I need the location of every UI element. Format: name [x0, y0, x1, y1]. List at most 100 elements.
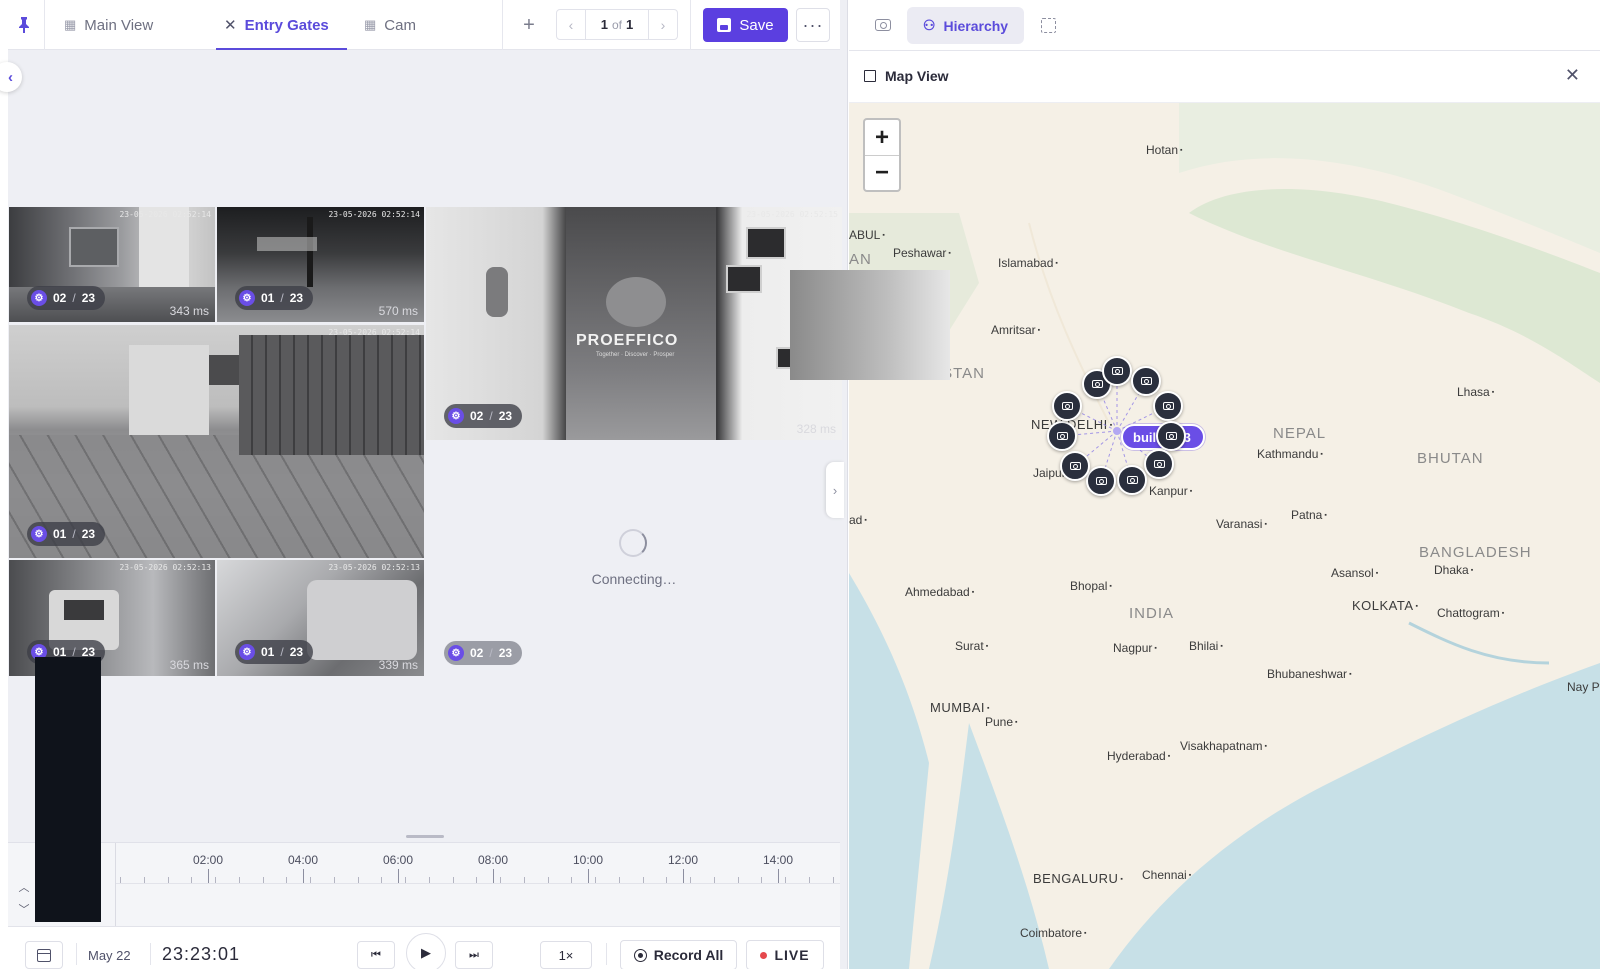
camera-map-marker[interactable] — [1144, 449, 1174, 479]
camera-tile[interactable]: 23-05-2026 02:52:13 ⚙ 01 / 23 339 ms — [217, 560, 424, 676]
collapse-sidebar-button[interactable]: ‹ — [0, 62, 22, 92]
record-all-button[interactable]: Record All — [620, 940, 737, 969]
latency-label: 339 ms — [378, 658, 418, 672]
camera-tile[interactable]: 23-05-2026 02:52:14 ⚙ 02 / 23 343 ms — [9, 207, 215, 322]
skip-forward-button[interactable]: ⏭ — [455, 941, 493, 969]
camera-badge[interactable]: ⚙ 02 / 23 — [444, 404, 523, 428]
playback-speed-button[interactable]: 1× — [540, 941, 592, 969]
camera-view-button[interactable] — [871, 14, 895, 36]
tab-cam[interactable]: ▦ Cam — [364, 0, 416, 50]
hierarchy-button[interactable]: ⚇ Hierarchy — [907, 7, 1024, 44]
more-options-button[interactable]: ··· — [796, 8, 830, 42]
camera-badge[interactable]: ⚙ 01 / 23 — [235, 640, 314, 664]
floor-plan-button[interactable] — [1036, 14, 1060, 36]
camera-map-marker[interactable] — [1060, 451, 1090, 481]
timeline-tick-label: 06:00 — [382, 853, 414, 867]
camera-map-marker[interactable] — [1153, 391, 1183, 421]
camera-badge[interactable]: ⚙ 01 / 23 — [27, 522, 106, 546]
divider — [150, 943, 151, 965]
live-indicator-icon — [760, 951, 768, 959]
next-page-icon[interactable]: › — [649, 17, 677, 33]
camera-map-marker[interactable] — [1131, 366, 1161, 396]
door-signage-subtext: Together · Discover · Prosper — [596, 352, 675, 358]
camera-icon — [1091, 380, 1103, 388]
map-canvas[interactable]: + − Hotan ABUL AN Peshawar Islamabad Amr… — [849, 103, 1600, 969]
skip-back-button[interactable]: ⏮ — [357, 941, 395, 969]
timeline-tick-label: 14:00 — [762, 853, 794, 867]
camera-count: 01 — [53, 527, 67, 541]
camera-timestamp: 23-05-2026 02:52:14 — [328, 210, 420, 219]
close-icon[interactable]: ✕ — [224, 16, 237, 34]
camera-tile-connecting[interactable]: Connecting… ⚙ 02 / 23 — [426, 443, 842, 677]
timeline-major-tick — [493, 869, 494, 883]
camera-icon — [875, 19, 891, 31]
play-button[interactable]: ▶ — [406, 933, 446, 969]
connecting-status: Connecting… — [591, 571, 677, 587]
timeline-major-tick — [588, 869, 589, 883]
page-navigator: ‹ 1 of 1 › — [556, 9, 678, 40]
save-label: Save — [739, 16, 774, 34]
chevron-up-icon[interactable]: ︿ — [16, 879, 32, 895]
chevron-left-icon: ‹ — [8, 68, 13, 86]
divider — [44, 0, 45, 50]
ai-analytics-icon: ⚙ — [31, 290, 47, 306]
camera-map-marker[interactable] — [1117, 465, 1147, 495]
camera-total: 23 — [289, 645, 304, 659]
calendar-button[interactable] — [25, 941, 63, 969]
camera-map-marker[interactable] — [1047, 421, 1077, 451]
live-button[interactable]: LIVE — [746, 940, 824, 969]
playback-controls: May 22 23:23:01 ⏮ ▶ ⏭ 1× Record All LIVE — [8, 926, 840, 969]
separator: / — [489, 409, 493, 423]
camera-count: 02 — [470, 409, 484, 423]
page-indicator: 1 of 1 — [585, 10, 649, 39]
record-all-label: Record All — [653, 947, 724, 963]
camera-map-marker[interactable] — [1086, 466, 1116, 496]
camera-badge[interactable]: ⚙ 02 / 23 — [444, 641, 523, 665]
camera-icon — [1111, 367, 1123, 375]
total-pages: 1 — [626, 17, 634, 32]
timeline-tick-label: 10:00 — [572, 853, 604, 867]
ai-analytics-icon: ⚙ — [239, 644, 255, 660]
pin-icon[interactable] — [18, 16, 34, 34]
camera-total: 23 — [289, 291, 304, 305]
timeline-resize-handle[interactable] — [406, 835, 444, 838]
redaction-block — [790, 270, 950, 380]
chevron-down-icon[interactable]: ﹀ — [16, 901, 32, 917]
camera-count: 01 — [261, 291, 275, 305]
camera-tile[interactable]: 23-05-2026 02:52:14 ⚙ 01 / 23 — [9, 325, 424, 558]
play-icon: ▶ — [421, 945, 431, 960]
tab-label: Cam — [384, 16, 416, 34]
add-tab-button[interactable]: + — [516, 12, 542, 38]
map-view-title: Map View — [885, 68, 949, 84]
tab-main-view[interactable]: ▦ Main View — [64, 0, 153, 50]
camera-icon — [1056, 432, 1068, 440]
timeline-tick-label: 02:00 — [192, 853, 224, 867]
camera-badge[interactable]: ⚙ 01 / 23 — [235, 286, 314, 310]
timeline[interactable]: ︿ ﹀ 02:00 04:00 06:00 08:00 10:00 12:00 14:00 — [8, 842, 840, 927]
camera-icon — [1153, 460, 1165, 468]
expand-panel-button[interactable]: › — [826, 462, 844, 518]
camera-badge[interactable]: ⚙ 02 / 23 — [27, 286, 106, 310]
hierarchy-label: Hierarchy — [943, 17, 1009, 34]
camera-icon — [1069, 462, 1081, 470]
camera-map-marker[interactable] — [1102, 356, 1132, 386]
ai-analytics-icon: ⚙ — [448, 408, 464, 424]
camera-icon — [1140, 377, 1152, 385]
camera-map-marker[interactable] — [1052, 391, 1082, 421]
camera-tile[interactable]: 23-05-2026 02:52:15 PROEFFICO Together ·… — [426, 207, 842, 440]
layout-icon: ▦ — [364, 17, 377, 32]
ai-analytics-icon: ⚙ — [239, 290, 255, 306]
close-icon[interactable]: ✕ — [1565, 65, 1580, 86]
tab-entry-gates[interactable]: ✕ Entry Gates — [216, 0, 347, 50]
camera-count: 01 — [261, 645, 275, 659]
more-icon: ··· — [802, 14, 824, 35]
prev-page-icon[interactable]: ‹ — [557, 17, 585, 33]
door-signage-text: PROEFFICO — [576, 332, 679, 349]
latency-label: 328 ms — [796, 422, 836, 436]
camera-map-marker[interactable] — [1156, 421, 1186, 451]
camera-timestamp: 23-05-2026 02:52:13 — [119, 563, 211, 572]
separator: / — [280, 291, 284, 305]
camera-tile[interactable]: 23-05-2026 02:52:14 ⚙ 01 / 23 570 ms — [217, 207, 424, 322]
camera-count: 02 — [470, 646, 484, 660]
save-button[interactable]: Save — [703, 8, 788, 42]
